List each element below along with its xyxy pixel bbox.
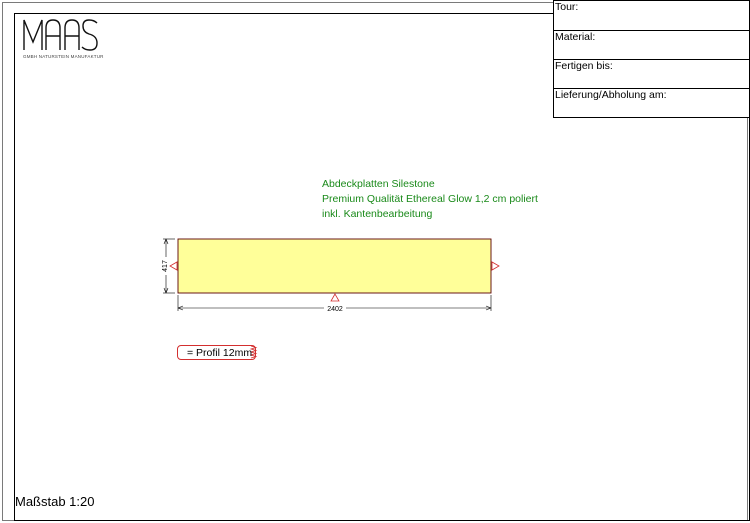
edge-marker-bottom xyxy=(330,293,340,302)
edge-marker-left xyxy=(169,261,178,271)
plate-drawing: 417 2402 xyxy=(162,238,500,359)
profile-legend-label: = Profil 12mm xyxy=(187,347,253,359)
plate-rectangle xyxy=(177,238,492,294)
width-dimension-label: 2402 xyxy=(327,306,343,313)
scale-label: Maßstab 1:20 xyxy=(15,494,95,509)
edge-marker-right xyxy=(491,261,500,271)
height-dimension-label: 417 xyxy=(162,260,169,272)
